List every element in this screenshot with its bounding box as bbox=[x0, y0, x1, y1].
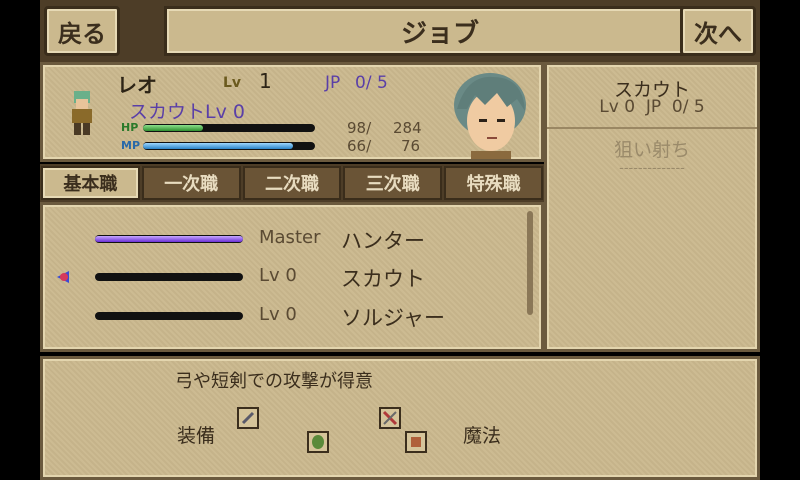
job-row-soldier[interactable]: Lv 0 ソルジャー bbox=[43, 298, 523, 336]
back-button[interactable]: 戻る bbox=[44, 6, 120, 56]
character-portrait-icon bbox=[454, 73, 526, 159]
equip-label: 装備 bbox=[177, 425, 216, 447]
mp-label: MP bbox=[121, 139, 141, 152]
job-level: Lv 0 bbox=[259, 304, 297, 325]
shield-icon bbox=[307, 431, 329, 453]
tab-third[interactable]: 三次職 bbox=[343, 166, 443, 200]
hp-max: 284 bbox=[393, 119, 422, 137]
tab-second[interactable]: 二次職 bbox=[242, 166, 342, 200]
job-level: Master bbox=[259, 227, 321, 248]
job-list: Master ハンター Lv 0 スカウト Lv 0 ソルジャー bbox=[40, 202, 544, 352]
level-value: 1 bbox=[259, 69, 272, 93]
job-progress-bar bbox=[95, 235, 243, 243]
current-job: スカウトLv 0 bbox=[129, 101, 245, 123]
magic-label: 魔法 bbox=[463, 425, 502, 447]
page-title: ジョブ bbox=[164, 6, 716, 56]
armor-icon bbox=[405, 431, 427, 453]
scrollbar[interactable] bbox=[527, 211, 533, 315]
job-name: ソルジャー bbox=[341, 306, 445, 330]
job-row-scout[interactable]: Lv 0 スカウト bbox=[43, 259, 523, 297]
job-description-panel: 弓や短剣での攻撃が得意 装備 魔法 bbox=[40, 356, 760, 480]
top-bar: 戻る ジョブ 次へ bbox=[40, 0, 760, 62]
selection-cursor-icon bbox=[57, 271, 69, 283]
skill-name: 狙い射ち bbox=[613, 139, 690, 161]
job-row-hunter[interactable]: Master ハンター bbox=[43, 221, 523, 259]
character-status-panel: レオ Lv 1 JP 0/ 5 スカウトLv 0 HP 98/ 284 MP 6… bbox=[40, 62, 544, 162]
tab-special[interactable]: 特殊職 bbox=[444, 166, 543, 200]
job-progress-bar bbox=[95, 273, 243, 281]
character-name: レオ bbox=[117, 73, 157, 97]
job-level: Lv 0 bbox=[259, 265, 297, 286]
dagger-icon bbox=[379, 407, 401, 429]
hp-current: 98/ bbox=[347, 119, 372, 137]
job-tier-tabs: 基本職 一次職 二次職 三次職 特殊職 bbox=[40, 164, 544, 202]
job-progress-bar bbox=[95, 312, 243, 320]
hp-label: HP bbox=[121, 121, 139, 134]
divider bbox=[547, 127, 757, 129]
job-description: 弓や短剣での攻撃が得意 bbox=[175, 371, 373, 392]
job-detail-panel: スカウト Lv 0 JP 0/ 5 狙い射ち -------------- bbox=[544, 62, 760, 352]
jp-value: 0/ 5 bbox=[355, 73, 388, 93]
jp-label: JP bbox=[325, 73, 341, 93]
hp-bar bbox=[143, 124, 315, 132]
character-sprite-icon bbox=[72, 91, 92, 135]
level-label: Lv bbox=[223, 75, 242, 91]
mp-current: 66/ bbox=[347, 137, 372, 155]
next-button[interactable]: 次へ bbox=[680, 6, 756, 56]
tab-first[interactable]: 一次職 bbox=[141, 166, 241, 200]
selected-job-stats: Lv 0 JP 0/ 5 bbox=[599, 97, 705, 117]
mp-max: 76 bbox=[401, 137, 421, 155]
sword-icon bbox=[237, 407, 259, 429]
job-name: スカウト bbox=[341, 267, 425, 291]
mp-bar bbox=[143, 142, 315, 150]
job-name: ハンター bbox=[341, 229, 425, 253]
tab-basic[interactable]: 基本職 bbox=[41, 166, 140, 200]
skill-separator: -------------- bbox=[619, 161, 685, 176]
